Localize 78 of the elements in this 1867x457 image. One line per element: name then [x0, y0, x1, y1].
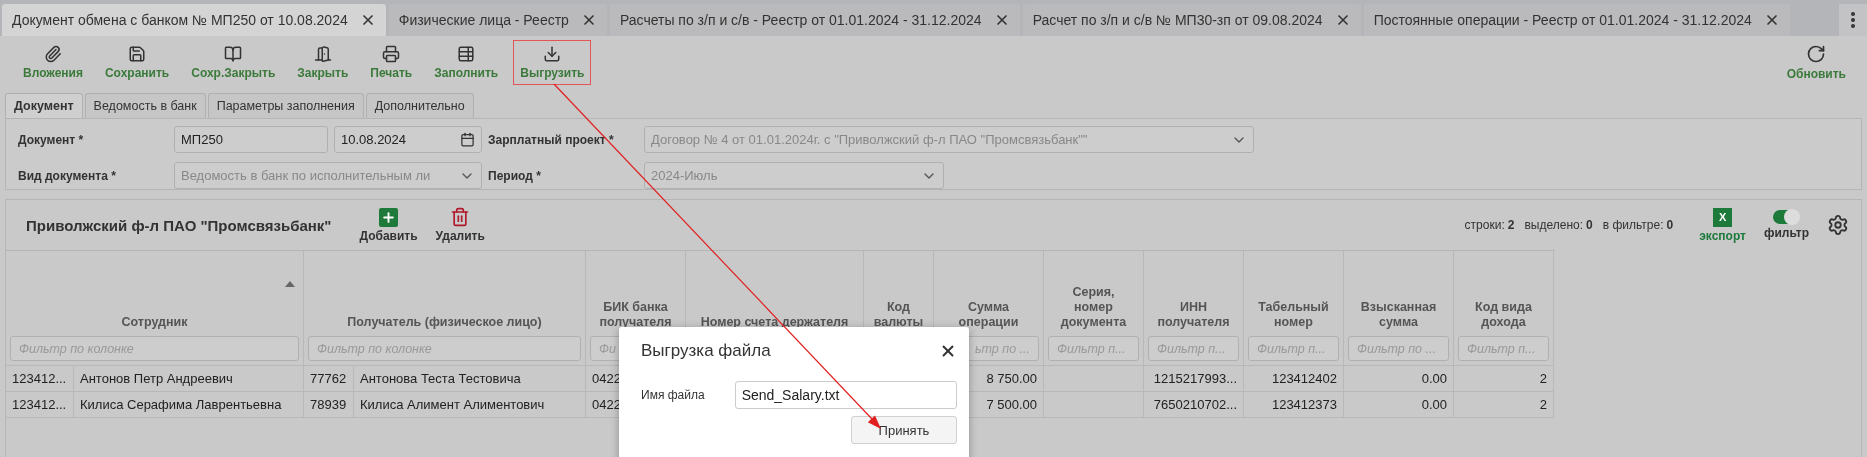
document-tab[interactable]: Расчеты по з/п и с/в - Реестр от 01.01.2024 - 31.12.2024 — [609, 4, 1020, 36]
toolbar-button[interactable]: Печать — [363, 39, 420, 85]
form-tab[interactable]: Дополнительно — [365, 93, 474, 118]
accept-button[interactable]: Принять — [851, 416, 957, 444]
column-label: Табельный номер — [1257, 300, 1330, 330]
door-icon — [313, 44, 332, 63]
calendar-icon[interactable] — [460, 132, 475, 147]
form-tab[interactable]: Параметры заполнения — [207, 93, 364, 118]
table-cell: 78939 — [304, 392, 354, 418]
toggle-switch[interactable] — [1773, 210, 1800, 224]
stat-value: 0 — [1586, 218, 1593, 232]
field-label: Документ * — [18, 132, 85, 147]
toolbar-button[interactable]: Заполнить — [427, 39, 506, 85]
column-label: Сумма операции — [957, 300, 1020, 330]
table-edit-icon — [457, 44, 476, 63]
field-label: Период * — [488, 168, 542, 183]
form-tab[interactable]: Документ — [5, 93, 83, 118]
form-tab[interactable]: Ведомость в банк — [84, 93, 206, 118]
table-cell: 2 — [1454, 392, 1554, 418]
toolbar-button[interactable]: Вложения — [16, 39, 90, 85]
paperclip-icon — [43, 44, 62, 63]
table-cell: 1215217993... — [1144, 366, 1244, 392]
column-label: БИК банка получателя — [598, 300, 673, 330]
stat-value: 0 — [1666, 218, 1674, 232]
stat-value: 2 — [1507, 218, 1515, 232]
filter-toggle[interactable]: фильтр — [1763, 210, 1809, 240]
table-cell: 0.00 — [1344, 366, 1454, 392]
file-name-field[interactable]: Send_Salary.txt — [734, 381, 957, 409]
document-tab[interactable]: Физические лица - Реестр — [388, 4, 607, 36]
table-cell: 123412373 — [1244, 392, 1344, 418]
document-tab[interactable]: Расчет по з/п и с/в № МП30-зп от 09.08.2024 — [1022, 4, 1361, 36]
number-field[interactable]: МП250 — [174, 126, 328, 153]
more-button[interactable] — [1839, 4, 1867, 36]
trash-icon — [450, 207, 471, 227]
column-label: Код вида дохода — [1474, 300, 1533, 330]
toolbar-button[interactable]: Сохранить — [97, 39, 177, 85]
add-button[interactable]: Добавить — [359, 207, 418, 243]
field-label: Вид документа * — [18, 168, 117, 183]
column-label: Номер счета держателя — [699, 315, 850, 330]
table-cell: 123412... — [6, 366, 74, 392]
table-cell: Килиса Алимент Алиментович — [354, 392, 586, 418]
refresh-icon — [1806, 43, 1827, 64]
settings-icon[interactable] — [1827, 214, 1849, 236]
document-tab[interactable]: Постоянные операции - Реестр от 01.01.2024 - 31.12.2024 — [1363, 4, 1790, 36]
table-cell: 0.00 — [1344, 392, 1454, 418]
refresh-button[interactable]: Обновить — [1779, 38, 1853, 86]
field-label: Зарплатный проект * — [488, 132, 615, 147]
toolbar-button[interactable]: Закрыть — [290, 39, 356, 85]
more-icon — [1851, 12, 1855, 28]
column-label: Взысканная сумма — [1359, 300, 1438, 330]
table-cell: 77762 — [304, 366, 354, 392]
column-label: ИНН получателя — [1156, 300, 1231, 330]
book-icon — [224, 44, 243, 63]
excel-icon: X — [1713, 207, 1733, 227]
download-icon — [543, 44, 562, 63]
add-icon — [379, 207, 399, 227]
table-cell: Килиса Серафима Лаврентьевна — [74, 392, 304, 418]
delete-button[interactable]: Удалить — [435, 207, 485, 243]
column-label: Серия, номер документа — [1059, 285, 1128, 330]
date-field[interactable]: 10.08.2024 — [334, 126, 482, 153]
table-cell: 123412... — [6, 392, 74, 418]
export-button[interactable]: X экспорт — [1699, 207, 1746, 243]
grid-title: Приволжский ф-л ПАО "Промсвязьбанк" — [26, 216, 332, 234]
table-cell: 2 — [1454, 366, 1554, 392]
table-cell: Антонова Теста Тестовича — [354, 366, 586, 392]
toolbar-button[interactable]: Сохр.Закрыть — [184, 39, 283, 85]
column-label: Код валюты — [872, 300, 925, 330]
stat-label: строки: — [1464, 218, 1505, 232]
toolbar-button[interactable]: Выгрузить — [513, 39, 592, 85]
table-cell: Антонов Петр Андреевич — [74, 366, 304, 392]
column-label: Сотрудник — [120, 315, 189, 330]
printer-icon — [382, 44, 401, 63]
stat-label: выделено: — [1524, 218, 1584, 232]
table-cell: 123412402 — [1244, 366, 1344, 392]
stat-label: в фильтре: — [1602, 218, 1664, 232]
column-label: Получатель (физическое лицо) — [346, 315, 543, 330]
table-cell: 7650210702... — [1144, 392, 1244, 418]
document-tab[interactable]: Документ обмена с банком № МП250 от 10.08.2024 — [2, 4, 386, 36]
